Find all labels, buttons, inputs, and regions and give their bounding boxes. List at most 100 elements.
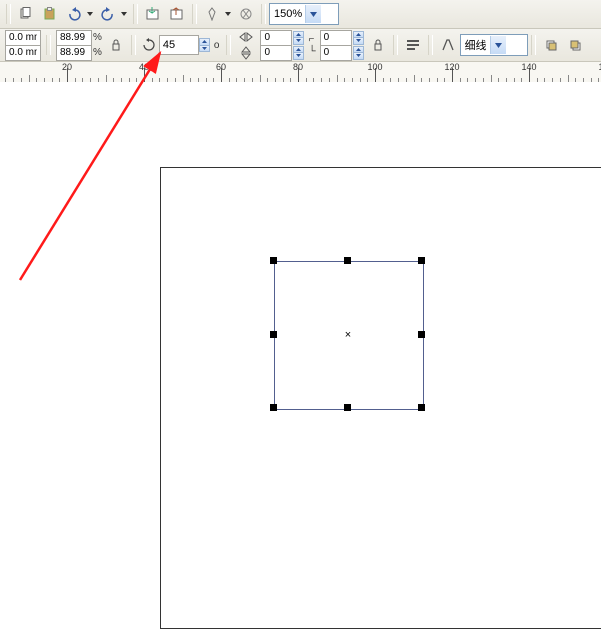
scale-y-input[interactable] xyxy=(60,47,88,58)
spin-down-icon[interactable] xyxy=(293,53,304,60)
bracket-bottom-icon: └ xyxy=(308,46,315,57)
spin-up-icon[interactable] xyxy=(353,31,364,39)
mirror-horizontal-icon[interactable] xyxy=(237,30,255,45)
corner2-field[interactable] xyxy=(320,45,352,61)
toolbar-top: 150% xyxy=(0,0,601,29)
rotation-unit: o xyxy=(214,40,220,51)
horizontal-ruler: 020406080100120140160 xyxy=(0,62,601,83)
undo-icon[interactable] xyxy=(63,3,85,25)
zoom-value: 150% xyxy=(274,8,302,20)
undo-dropdown[interactable] xyxy=(86,4,94,24)
corner1-field[interactable] xyxy=(320,30,352,46)
spin-down-icon[interactable] xyxy=(353,53,364,60)
chevron-down-icon[interactable] xyxy=(305,5,321,23)
ruler-label: 140 xyxy=(521,62,536,72)
welcome-icon[interactable] xyxy=(235,3,257,25)
lock-corner-icon[interactable] xyxy=(367,34,389,56)
lock-ratio-icon[interactable] xyxy=(105,34,127,56)
toolbar-grip xyxy=(133,4,138,24)
toolbar-grip xyxy=(226,35,231,55)
outline-width-combo[interactable]: 细线 xyxy=(460,34,528,56)
y-position-input[interactable] xyxy=(9,47,37,58)
toolbar-grip xyxy=(531,35,536,55)
skew-y-field[interactable] xyxy=(260,45,292,61)
ruler-label: 80 xyxy=(293,62,303,72)
scale-unit: % xyxy=(93,32,102,43)
skew-y-spinner[interactable] xyxy=(293,46,304,60)
spin-down-icon[interactable] xyxy=(293,38,304,45)
handle-ne[interactable] xyxy=(418,257,425,264)
outline-width-value: 细线 xyxy=(465,37,487,53)
handle-sw[interactable] xyxy=(270,404,277,411)
ruler-label: 60 xyxy=(216,62,226,72)
rotation-field[interactable] xyxy=(159,35,199,55)
toolbar-grip xyxy=(46,35,51,55)
skew-group xyxy=(260,30,304,60)
spin-down-icon[interactable] xyxy=(199,46,210,53)
export-icon[interactable] xyxy=(166,3,188,25)
corner1-input[interactable] xyxy=(324,32,342,43)
skew-x-field[interactable] xyxy=(260,30,292,46)
spin-up-icon[interactable] xyxy=(293,31,304,39)
paste-icon[interactable] xyxy=(39,3,61,25)
scale-unit: % xyxy=(93,47,102,58)
redo-dropdown[interactable] xyxy=(120,4,128,24)
scale-group: % % xyxy=(56,30,102,60)
redo-icon[interactable] xyxy=(97,3,119,25)
outline-pen-icon[interactable] xyxy=(437,34,459,56)
handle-se[interactable] xyxy=(418,404,425,411)
app-launcher-icon[interactable] xyxy=(201,3,223,25)
to-front-icon[interactable] xyxy=(540,34,562,56)
handle-s[interactable] xyxy=(344,404,351,411)
ruler-label: 100 xyxy=(367,62,382,72)
spin-up-icon[interactable] xyxy=(293,46,304,54)
skew-x-spinner[interactable] xyxy=(293,31,304,45)
ruler-label: 40 xyxy=(139,62,149,72)
corner1-spinner[interactable] xyxy=(353,31,364,45)
copy-icon[interactable] xyxy=(15,3,37,25)
rotation-spinner[interactable] xyxy=(199,38,210,52)
to-back-icon[interactable] xyxy=(564,34,586,56)
x-position-input[interactable] xyxy=(9,32,37,43)
rotation-input[interactable] xyxy=(163,39,195,51)
corner-bracket-icons: ⌐ └ xyxy=(308,30,315,60)
position-group xyxy=(5,30,41,60)
handle-e[interactable] xyxy=(418,331,425,338)
handle-nw[interactable] xyxy=(270,257,277,264)
spin-up-icon[interactable] xyxy=(353,46,364,54)
corner-group xyxy=(320,30,364,60)
import-icon[interactable] xyxy=(142,3,164,25)
app-launcher-dropdown[interactable] xyxy=(224,4,232,24)
handle-n[interactable] xyxy=(344,257,351,264)
toolbar-grip xyxy=(6,4,11,24)
text-wrap-icon[interactable] xyxy=(402,34,424,56)
scale-x-field[interactable] xyxy=(56,30,92,46)
chevron-down-icon[interactable] xyxy=(490,36,506,54)
selection-center-icon: × xyxy=(345,329,351,341)
bracket-top-icon: ⌐ xyxy=(308,34,315,45)
toolbar-grip xyxy=(261,4,266,24)
zoom-combo[interactable]: 150% xyxy=(269,3,339,25)
mirror-group xyxy=(236,30,256,60)
spin-up-icon[interactable] xyxy=(199,38,210,46)
mirror-vertical-icon[interactable] xyxy=(237,46,255,61)
scale-x-input[interactable] xyxy=(60,32,88,43)
corner2-input[interactable] xyxy=(324,47,342,58)
canvas-area[interactable]: × xyxy=(0,82,601,547)
spin-down-icon[interactable] xyxy=(353,38,364,45)
corner2-spinner[interactable] xyxy=(353,46,364,60)
property-bar: % % o xyxy=(0,29,601,62)
ruler-label: 120 xyxy=(444,62,459,72)
rotation-icon xyxy=(140,34,158,56)
toolbar-grip xyxy=(393,35,398,55)
toolbar-grip xyxy=(192,4,197,24)
ruler-label: 20 xyxy=(62,62,72,72)
skew-y-input[interactable] xyxy=(264,47,282,58)
skew-x-input[interactable] xyxy=(264,32,282,43)
toolbar-grip xyxy=(131,35,136,55)
scale-y-field[interactable] xyxy=(56,45,92,61)
y-position-field[interactable] xyxy=(5,45,41,61)
x-position-field[interactable] xyxy=(5,30,41,46)
handle-w[interactable] xyxy=(270,331,277,338)
toolbar-grip xyxy=(428,35,433,55)
